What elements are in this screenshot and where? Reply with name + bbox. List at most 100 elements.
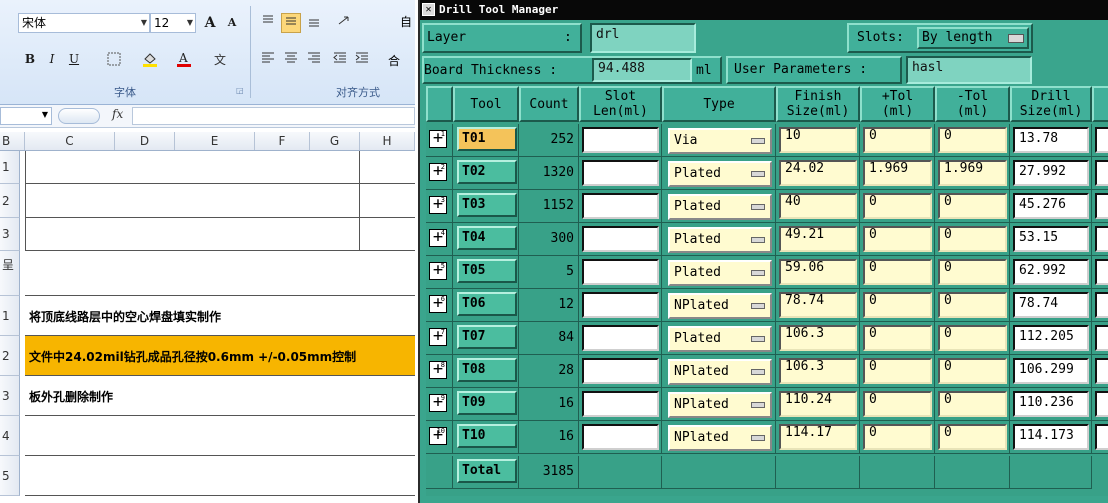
extra-input[interactable] [1095,193,1108,219]
sheet-row[interactable] [25,251,415,296]
drill-size-input[interactable]: 27.992 [1013,160,1089,186]
header-minus-tol[interactable]: -Tol (ml) [935,86,1010,122]
drill-size-input[interactable]: 78.74 [1013,292,1089,318]
type-dropdown[interactable]: Plated [668,161,772,187]
expand-plus-icon[interactable]: +4 [429,229,447,247]
column-header[interactable]: D [115,132,175,150]
row-header[interactable]: 2 [0,336,20,376]
plus-tol-input[interactable]: 0 [863,226,932,252]
finish-size-input[interactable]: 106.3 [779,325,857,351]
column-header[interactable]: B [0,132,25,150]
merge-button[interactable]: 合 [388,52,400,69]
type-dropdown[interactable]: NPlated [668,293,772,319]
expand-plus-icon[interactable]: +7 [429,328,447,346]
row-header[interactable]: 5 [0,456,20,496]
minus-tol-input[interactable]: 0 [938,193,1007,219]
formula-controls[interactable] [58,108,100,124]
drill-size-input[interactable]: 62.992 [1013,259,1089,285]
font-color-button[interactable]: A [174,49,194,69]
column-header[interactable]: H [360,132,415,150]
header-tool[interactable]: Tool [453,86,519,122]
align-bottom-button[interactable] [304,13,324,33]
finish-size-input[interactable]: 59.06 [779,259,857,285]
sheet-row-highlighted[interactable]: 文件中24.02mil钻孔成品孔径按0.6mm +/-0.05mm控制 [25,336,415,376]
expand-plus-icon[interactable]: +8 [429,361,447,379]
row-header[interactable]: 3 [0,218,20,251]
column-header[interactable]: F [255,132,310,150]
finish-size-input[interactable]: 10 [779,127,857,153]
drill-size-input[interactable]: 53.15 [1013,226,1089,252]
sheet-row[interactable]: 板外孔删除制作 [25,376,415,416]
drill-size-input[interactable]: 13.78 [1013,127,1089,153]
slots-dropdown[interactable]: By length [917,27,1029,49]
layer-field[interactable]: drl [590,23,696,53]
tool-button[interactable]: T07 [457,325,517,349]
sheet-row[interactable] [25,184,415,218]
formula-input[interactable] [132,107,415,125]
header-plus-tol[interactable]: +Tol (ml) [860,86,935,122]
close-icon[interactable]: ✕ [422,3,435,16]
italic-button[interactable]: I [42,49,62,69]
finish-size-input[interactable]: 78.74 [779,292,857,318]
extra-input[interactable] [1095,358,1108,384]
drill-size-input[interactable]: 106.299 [1013,358,1089,384]
grow-font-button[interactable]: A [200,13,220,33]
underline-button[interactable]: U [64,49,84,69]
extra-input[interactable] [1095,325,1108,351]
column-header[interactable]: G [310,132,360,150]
board-thickness-field[interactable]: 94.488 [592,58,692,82]
plus-tol-input[interactable]: 0 [863,325,932,351]
border-button[interactable] [104,49,124,69]
expand-plus-icon[interactable]: +6 [429,295,447,313]
header-type[interactable]: Type [662,86,776,122]
extra-input[interactable] [1095,391,1108,417]
extra-input[interactable] [1095,424,1108,450]
finish-size-input[interactable]: 49.21 [779,226,857,252]
plus-tol-input[interactable]: 0 [863,193,932,219]
increase-indent-button[interactable] [352,49,372,69]
finish-size-input[interactable]: 24.02 [779,160,857,186]
extra-input[interactable] [1095,160,1108,186]
slot-len-input[interactable] [582,424,659,450]
sheet-row[interactable] [25,416,415,456]
expand-plus-icon[interactable]: +3 [429,196,447,214]
type-dropdown[interactable]: Plated [668,260,772,286]
minus-tol-input[interactable]: 0 [938,424,1007,450]
shrink-font-button[interactable]: A [222,13,242,33]
merged-cell[interactable] [25,184,360,217]
merged-cell[interactable] [25,218,360,250]
row-header[interactable]: 1 [0,151,20,184]
drill-size-input[interactable]: 45.276 [1013,193,1089,219]
tool-button[interactable]: T02 [457,160,517,184]
finish-size-input[interactable]: 40 [779,193,857,219]
extra-input[interactable] [1095,292,1108,318]
align-middle-button[interactable] [281,13,301,33]
dialog-launcher-icon[interactable]: ◲ [236,86,244,95]
font-size-select[interactable]: 12 ▼ [150,13,196,33]
align-top-button[interactable] [258,13,278,33]
tool-button[interactable]: T05 [457,259,517,283]
sheet-row[interactable] [25,218,415,251]
slot-len-input[interactable] [582,193,659,219]
tool-button[interactable]: T06 [457,292,517,316]
orientation-button[interactable] [334,13,360,33]
drill-size-input[interactable]: 114.173 [1013,424,1089,450]
user-parameters-panel[interactable]: User Parameters : [726,56,902,84]
fill-color-button[interactable] [140,49,160,69]
minus-tol-input[interactable]: 0 [938,292,1007,318]
sheet-row[interactable] [25,151,415,184]
plus-tol-input[interactable]: 0 [863,358,932,384]
minus-tol-input[interactable]: 0 [938,358,1007,384]
wrap-text-button[interactable]: 自 [400,13,412,30]
row-header[interactable]: 1 [0,296,20,336]
align-left-button[interactable] [258,49,278,69]
fx-icon[interactable]: fx [112,107,123,121]
tool-button[interactable]: T10 [457,424,517,448]
phonetic-button[interactable]: 文 [210,49,234,69]
slot-len-input[interactable] [582,391,659,417]
minus-tol-input[interactable]: 0 [938,226,1007,252]
align-right-button[interactable] [304,49,324,69]
type-dropdown[interactable]: Via [668,128,772,154]
drill-size-input[interactable]: 110.236 [1013,391,1089,417]
minus-tol-input[interactable]: 1.969 [938,160,1007,186]
